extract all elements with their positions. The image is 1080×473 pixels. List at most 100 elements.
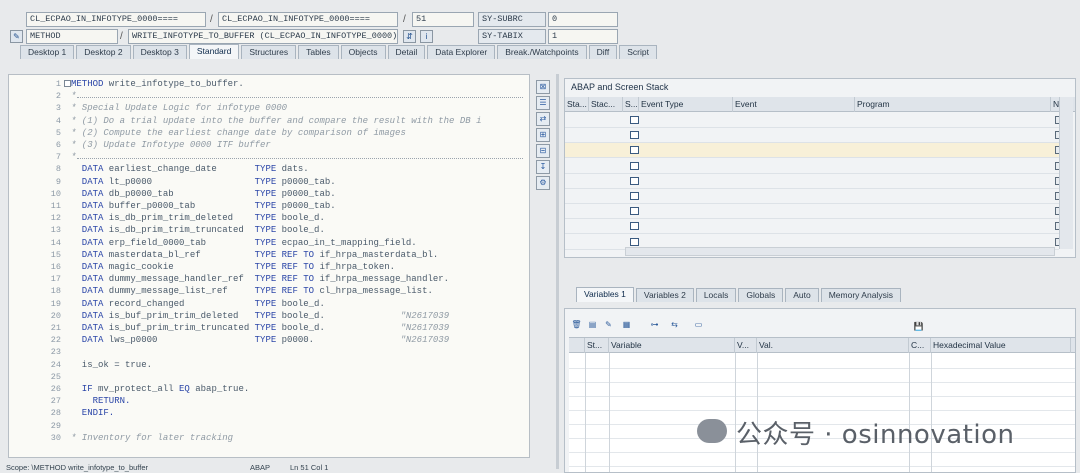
event-kind-field[interactable]: METHOD <box>26 29 118 44</box>
grid-row[interactable] <box>569 452 1075 453</box>
code-token: IF <box>71 384 93 394</box>
code-token: TYPE <box>254 323 277 333</box>
stack-col-0[interactable]: Sta... <box>565 97 589 112</box>
code-line: DATA erp_field_0000_tab TYPE ecpao_in_t_… <box>71 238 417 248</box>
line-number: 24 <box>50 359 61 370</box>
stack-col-5[interactable]: Program <box>855 97 1051 112</box>
table-row[interactable] <box>565 143 1064 159</box>
code-token: boole_d. <box>276 298 325 309</box>
table-row[interactable] <box>565 174 1064 189</box>
sy-subrc-value[interactable]: 0 <box>548 12 618 27</box>
grid-row[interactable] <box>569 410 1075 411</box>
line-number: 4 <box>55 115 61 126</box>
program-name <box>855 143 1051 158</box>
filter-icon[interactable]: ▤ <box>587 319 598 330</box>
collapse-icon[interactable]: ⊟ <box>536 144 550 158</box>
code-line: RETURN. <box>71 396 131 406</box>
expand-icon[interactable]: ⊞ <box>536 128 550 142</box>
tab-detail[interactable]: Detail <box>387 45 426 59</box>
table-row[interactable] <box>565 219 1064 235</box>
method-icon <box>630 131 639 140</box>
tab-variables-2[interactable]: Variables 2 <box>635 288 694 302</box>
variables-col-3[interactable]: V... <box>735 338 757 353</box>
grid-row[interactable] <box>569 382 1075 383</box>
tab-script[interactable]: Script <box>619 45 657 59</box>
table-row[interactable] <box>565 204 1064 220</box>
event-type <box>627 113 731 128</box>
grid-row[interactable] <box>569 396 1075 397</box>
tab-variables-1[interactable]: Variables 1 <box>576 287 634 302</box>
code-token: * (3) Update Infotype 0000 ITF buffer <box>71 140 271 150</box>
sy-tabix-value[interactable]: 1 <box>548 29 618 44</box>
tree-icon[interactable]: ⊶ <box>649 319 660 330</box>
tab-locals[interactable]: Locals <box>695 288 737 302</box>
step-icon[interactable]: ↧ <box>536 160 550 174</box>
source-editor[interactable]: 1 METHOD write_infotype_to_buffer. 2 * 3 * Sp… <box>8 74 530 458</box>
line-number-field[interactable]: 51 <box>412 12 474 27</box>
settings-icon[interactable]: ⚙ <box>536 176 550 190</box>
tab-globals[interactable]: Globals <box>738 288 784 302</box>
table-row[interactable] <box>565 128 1064 144</box>
table-row[interactable] <box>565 113 1064 128</box>
code-token: TYPE <box>254 310 277 321</box>
method-field[interactable]: WRITE_INFOTYPE_TO_BUFFER (CL_ECPAO_IN_IN… <box>128 29 398 44</box>
variables-col-0[interactable] <box>569 338 585 353</box>
tab-memory-analysis[interactable]: Memory Analysis <box>820 288 901 302</box>
edit-icon[interactable]: ✎ <box>603 319 614 330</box>
code-token: ENDIF. <box>71 408 115 419</box>
stack-hscroll[interactable] <box>625 247 1055 256</box>
separator: / <box>403 14 406 25</box>
tab-data-explorer[interactable]: Data Explorer <box>427 45 496 59</box>
code-token: TYPE <box>254 225 277 236</box>
grid-row[interactable] <box>569 466 1075 467</box>
variables-col-6[interactable]: Hexadecimal Value <box>931 338 1071 353</box>
stack-col-3[interactable]: Event Type <box>639 97 733 112</box>
tab-tables[interactable]: Tables <box>298 45 339 59</box>
tab-objects[interactable]: Objects <box>340 45 386 59</box>
line-number: 27 <box>50 396 61 407</box>
variables-col-5[interactable]: C... <box>909 338 931 353</box>
save-icon[interactable]: 💾 <box>913 321 924 332</box>
table-row[interactable] <box>565 189 1064 204</box>
table-icon[interactable]: ▦ <box>621 319 632 330</box>
tab-desktop-3[interactable]: Desktop 3 <box>132 45 187 59</box>
variables-col-2[interactable]: Variable <box>609 338 735 353</box>
import-icon[interactable]: ⇆ <box>669 319 680 330</box>
navigate-icon[interactable]: ⇵ <box>403 30 416 43</box>
pencil-icon[interactable]: ✎ <box>10 30 23 43</box>
program-name <box>855 204 1051 219</box>
variables-grid[interactable]: St... Variable V... Val. C... Hexadecimal Val… <box>569 337 1075 472</box>
stack-col-4[interactable]: Event <box>733 97 855 112</box>
fold-marker-icon[interactable] <box>64 80 71 87</box>
watchpoint-icon[interactable]: ☰ <box>536 96 550 110</box>
info-icon[interactable]: i <box>420 30 433 43</box>
tab-structures[interactable]: Structures <box>241 45 297 59</box>
program-name <box>855 189 1051 204</box>
table-row[interactable] <box>565 159 1064 174</box>
code-token: boole_d. <box>276 225 325 236</box>
class-field-b[interactable]: CL_ECPAO_IN_INFOTYPE_0000==== <box>218 12 398 27</box>
editor-divider[interactable] <box>556 74 559 469</box>
tab-auto[interactable]: Auto <box>785 288 819 302</box>
tab-desktop-2[interactable]: Desktop 2 <box>76 45 131 59</box>
tab-diff[interactable]: Diff <box>588 45 618 59</box>
tab-standard[interactable]: Standard <box>188 44 240 59</box>
code-token: if_hrpa_masterdata_bl. <box>314 249 439 260</box>
stack-col-2[interactable]: S... <box>623 97 639 112</box>
stack-scrollbar[interactable] <box>1059 97 1073 249</box>
grid-row[interactable] <box>569 368 1075 369</box>
delete-icon[interactable]: 🗑 <box>571 319 582 330</box>
class-field-a[interactable]: CL_ECPAO_IN_INFOTYPE_0000==== <box>26 12 206 27</box>
code-line: DATA is_db_prim_trim_truncated TYPE bool… <box>71 225 325 235</box>
variables-col-4[interactable]: Val. <box>757 338 909 353</box>
code-token: "N2617039 <box>400 335 450 346</box>
breakpoint-icon[interactable]: ⊠ <box>536 80 550 94</box>
variables-col-1[interactable]: St... <box>585 338 609 353</box>
code-token: TYPE <box>254 176 277 187</box>
tab-desktop-1[interactable]: Desktop 1 <box>20 45 75 59</box>
stack-col-1[interactable]: Stac... <box>589 97 623 112</box>
navigate-icon[interactable]: ⇄ <box>536 112 550 126</box>
line-number: 23 <box>50 347 61 358</box>
export-icon[interactable]: ▭ <box>693 319 704 330</box>
tab-break-watchpoints[interactable]: Break./Watchpoints <box>497 45 587 59</box>
